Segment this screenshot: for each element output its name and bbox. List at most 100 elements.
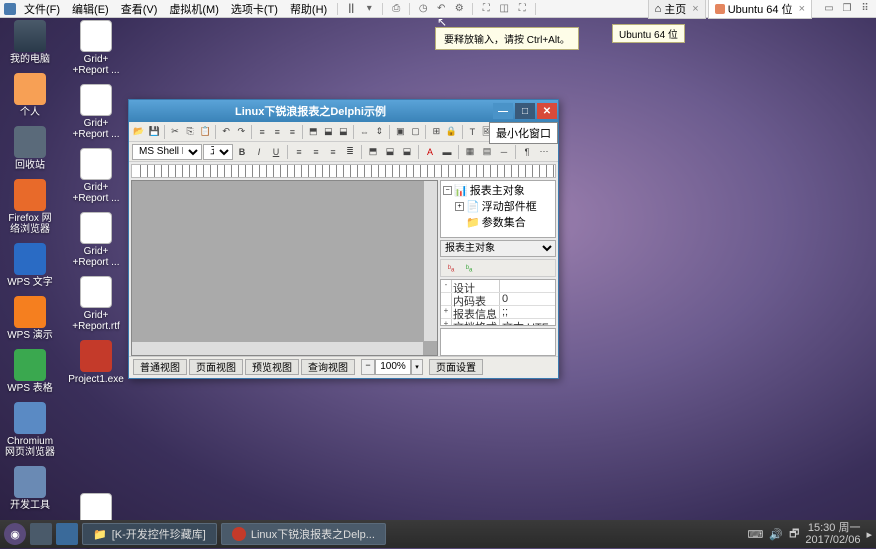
align-right-icon[interactable]: ≡ xyxy=(285,124,299,140)
manage-icon[interactable]: ⚙ xyxy=(452,2,466,16)
desktop-icon[interactable]: Chromium 网页浏览器 xyxy=(4,402,56,458)
bring-front-icon[interactable]: ▣ xyxy=(393,124,407,140)
taskbar-task[interactable]: Linux下锐浪报表之Delp... xyxy=(221,523,386,545)
scrollbar-vertical[interactable] xyxy=(423,181,437,341)
valign-top-icon[interactable]: ⬒ xyxy=(365,144,381,160)
property-row[interactable]: 内码表0 xyxy=(441,293,555,306)
revert-icon[interactable]: ↶ xyxy=(434,2,448,16)
desktop-icon[interactable]: Firefox 网络浏览器 xyxy=(4,179,56,235)
property-row[interactable]: +报表信息;; xyxy=(441,306,555,319)
font-color-icon[interactable]: A xyxy=(422,144,438,160)
restore-icon[interactable]: ❐ xyxy=(840,2,854,16)
minimize-button[interactable]: — xyxy=(493,103,513,119)
desktop-icon[interactable]: 开发工具 xyxy=(4,466,56,511)
send-keys-icon[interactable]: ⎙ xyxy=(389,2,403,16)
align-top-icon[interactable]: ⬒ xyxy=(306,124,320,140)
show-desktop-icon[interactable] xyxy=(30,523,52,545)
distribute-h-icon[interactable]: ⇔ xyxy=(357,124,371,140)
minimize-icon[interactable]: ▭ xyxy=(822,2,836,16)
align-left-icon[interactable]: ≡ xyxy=(255,124,269,140)
font-size-combo[interactable]: 五号 xyxy=(203,144,233,160)
dropdown-icon[interactable]: ▾ xyxy=(362,2,376,16)
line-style-icon[interactable]: ─ xyxy=(496,144,512,160)
menu-help[interactable]: 帮助(H) xyxy=(286,1,331,17)
unity-icon[interactable]: ◫ xyxy=(497,2,511,16)
italic-button[interactable]: I xyxy=(251,144,267,160)
fill-color-icon[interactable]: ▬ xyxy=(439,144,455,160)
network-icon[interactable]: 🗗 xyxy=(789,525,799,544)
desktop-icon[interactable]: 回收站 xyxy=(4,126,56,171)
desktop-icon[interactable]: Project1.exe xyxy=(70,340,122,385)
options-icon[interactable]: ⠿ xyxy=(858,2,872,16)
text-center-icon[interactable]: ≡ xyxy=(308,144,324,160)
sort-az-icon[interactable]: ᵇₐ xyxy=(443,260,459,276)
file-manager-icon[interactable] xyxy=(56,523,78,545)
start-button[interactable]: ◉ xyxy=(4,523,26,545)
view-tab-preview[interactable]: 预览视图 xyxy=(245,359,299,375)
more-icon[interactable]: ⋯ xyxy=(536,144,552,160)
insert-text-icon[interactable]: T xyxy=(465,124,479,140)
grid-icon[interactable]: ⊞ xyxy=(429,124,443,140)
align-bottom-icon[interactable]: ⬓ xyxy=(336,124,350,140)
vm-tab-home[interactable]: ⌂ 主页 × xyxy=(648,0,706,19)
sort-cat-icon[interactable]: ᵇₐ xyxy=(461,260,477,276)
border-icon[interactable]: ▦ xyxy=(462,144,478,160)
volume-icon[interactable]: 🔊 xyxy=(769,528,783,541)
property-row[interactable]: +文档格式文本;UTF-8;F xyxy=(441,319,555,326)
distribute-v-icon[interactable]: ⇕ xyxy=(372,124,386,140)
desktop-icon[interactable]: 个人 xyxy=(4,73,56,118)
lock-icon[interactable]: 🔒 xyxy=(444,124,458,140)
view-tab-page[interactable]: 页面视图 xyxy=(189,359,243,375)
vm-tab-ubuntu[interactable]: Ubuntu 64 位 × xyxy=(708,0,812,19)
design-canvas[interactable] xyxy=(131,180,438,356)
desktop-icon[interactable]: 我的电脑 xyxy=(4,20,56,65)
desktop-icon[interactable]: Grid+ +Report ... xyxy=(70,84,122,140)
object-tree[interactable]: −📊报表主对象 +📄浮动部件框 📁参数集合 xyxy=(440,180,556,238)
text-right-icon[interactable]: ≡ xyxy=(325,144,341,160)
valign-bot-icon[interactable]: ⬓ xyxy=(399,144,415,160)
valign-mid-icon[interactable]: ⬓ xyxy=(382,144,398,160)
clock[interactable]: 15:30 周一 2017/02/06 xyxy=(805,522,860,546)
menu-file[interactable]: 文件(F) xyxy=(20,1,64,17)
snapshot-icon[interactable]: ◷ xyxy=(416,2,430,16)
desktop-icon[interactable]: WPS 演示 xyxy=(4,296,56,341)
tree-node[interactable]: +📄浮动部件框 xyxy=(454,198,554,214)
redo-icon[interactable]: ↷ xyxy=(234,124,248,140)
save-icon[interactable]: 💾 xyxy=(147,124,161,140)
close-icon[interactable]: × xyxy=(799,3,805,15)
scrollbar-horizontal[interactable] xyxy=(132,341,423,355)
horizontal-ruler[interactable] xyxy=(131,164,556,178)
desktop-icon[interactable]: WPS 表格 xyxy=(4,349,56,394)
keyboard-icon[interactable]: ⌨ xyxy=(747,528,763,541)
desktop-icon[interactable]: Grid+ +Report.rtf xyxy=(70,276,122,332)
menu-tabs[interactable]: 选项卡(T) xyxy=(227,1,282,17)
property-row[interactable]: -设计 xyxy=(441,280,555,293)
format-icon[interactable]: ¶ xyxy=(519,144,535,160)
tree-root[interactable]: −📊报表主对象 xyxy=(442,182,554,198)
bold-button[interactable]: B xyxy=(234,144,250,160)
fullscreen-icon[interactable]: ⛶ xyxy=(515,2,529,16)
zoom-out-button[interactable]: − xyxy=(361,359,375,375)
maximize-button[interactable]: □ xyxy=(515,103,535,119)
pause-icon[interactable]: || xyxy=(344,2,358,16)
tree-node[interactable]: 📁参数集合 xyxy=(454,214,554,230)
object-selector-combo[interactable]: 报表主对象 xyxy=(440,240,556,257)
view-tab-normal[interactable]: 普通视图 xyxy=(133,359,187,375)
align-center-icon[interactable]: ≡ xyxy=(270,124,284,140)
fit-icon[interactable]: ⛶ xyxy=(479,2,493,16)
menu-vm[interactable]: 虚拟机(M) xyxy=(165,1,223,17)
desktop-icon[interactable]: WPS 文字 xyxy=(4,243,56,288)
open-icon[interactable]: 📂 xyxy=(132,124,146,140)
page-setup-button[interactable]: 页面设置 xyxy=(429,359,483,375)
copy-icon[interactable]: ⎘ xyxy=(183,124,197,140)
underline-button[interactable]: U xyxy=(268,144,284,160)
border-style-icon[interactable]: ▤ xyxy=(479,144,495,160)
align-middle-icon[interactable]: ⬓ xyxy=(321,124,335,140)
desktop-icon[interactable]: Grid+ +Report ... xyxy=(70,148,122,204)
tray-expand-icon[interactable]: ▸ xyxy=(866,528,872,541)
titlebar[interactable]: Linux下锐浪报表之Delphi示例 — □ ✕ xyxy=(129,100,558,122)
zoom-dropdown[interactable]: ▾ xyxy=(411,359,423,375)
taskbar-task[interactable]: 📁[K-开发控件珍藏库] xyxy=(82,523,217,545)
desktop-icon[interactable]: Grid+ +Report ... xyxy=(70,212,122,268)
text-left-icon[interactable]: ≡ xyxy=(291,144,307,160)
